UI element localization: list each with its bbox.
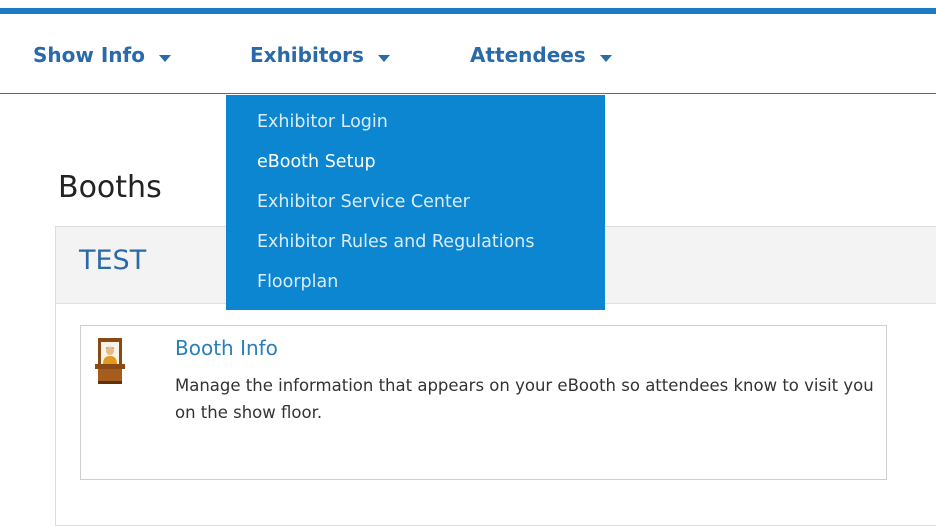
- nav-attendees-label: Attendees: [470, 43, 586, 67]
- caret-down-icon: [158, 43, 171, 67]
- menu-item-floorplan[interactable]: Floorplan: [226, 267, 605, 307]
- menu-item-exhibitor-service-center[interactable]: Exhibitor Service Center: [226, 187, 605, 227]
- caret-down-icon: [377, 43, 390, 67]
- nav-show-info-label: Show Info: [33, 43, 145, 67]
- exhibitors-dropdown-menu: Exhibitor Login eBooth Setup Exhibitor S…: [226, 95, 605, 310]
- menu-item-ebooth-setup[interactable]: eBooth Setup: [226, 147, 605, 187]
- main-nav: Show Info Exhibitors Attendees: [0, 14, 936, 94]
- card-description: Manage the information that appears on y…: [175, 376, 874, 422]
- panel-title: TEST: [79, 245, 147, 276]
- nav-attendees[interactable]: Attendees: [470, 42, 612, 68]
- caret-down-icon: [599, 43, 612, 67]
- menu-item-exhibitor-login[interactable]: Exhibitor Login: [226, 107, 605, 147]
- menu-item-exhibitor-rules[interactable]: Exhibitor Rules and Regulations: [226, 227, 605, 267]
- page-title: Booths: [58, 170, 162, 205]
- nav-exhibitors-label: Exhibitors: [250, 43, 364, 67]
- nav-exhibitors[interactable]: Exhibitors: [250, 42, 390, 68]
- card-title[interactable]: Booth Info: [175, 335, 278, 361]
- booth-icon: [95, 338, 125, 384]
- nav-show-info[interactable]: Show Info: [33, 42, 171, 68]
- booth-info-card[interactable]: Booth Info Manage the information that a…: [80, 325, 887, 480]
